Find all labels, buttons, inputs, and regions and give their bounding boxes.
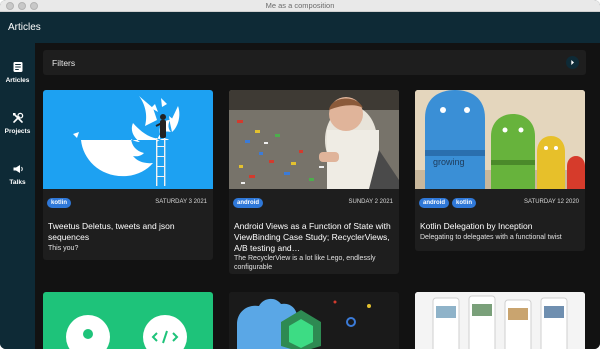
nav-item-articles[interactable]: Articles	[0, 61, 35, 101]
articles-content: Filters kotlin SATURDAY 3 2021 Tweetus D…	[35, 43, 600, 349]
article-thumbnail: growing	[415, 90, 585, 189]
nav-item-projects[interactable]: Projects	[0, 112, 35, 152]
article-date: SATURDAY 3 2021	[155, 199, 207, 205]
lego-photo-illustration	[229, 90, 399, 189]
article-thumbnail	[229, 90, 399, 189]
article-card[interactable]	[229, 292, 399, 349]
filters-bar[interactable]: Filters	[43, 50, 586, 75]
megaphone-icon	[13, 165, 23, 173]
article-description: Delegating to delegates with a functiona…	[420, 234, 562, 241]
article-description: This you?	[48, 245, 79, 252]
article-meta: android kotlin SATURDAY 12 2020	[415, 198, 585, 208]
article-icon	[13, 62, 22, 72]
nav-item-talks[interactable]: Talks	[0, 163, 35, 203]
filters-expand-button[interactable]	[566, 56, 579, 69]
article-title: Kotlin Delegation by Inception	[420, 221, 533, 231]
article-thumbnail	[415, 292, 585, 349]
navigation-rail: Articles Projects Talks	[0, 43, 35, 349]
code-icons-illustration	[66, 315, 187, 349]
article-card[interactable]: growing android kotlin SATURDAY 12 2020 …	[415, 90, 585, 251]
app-screens-illustration	[415, 292, 585, 349]
top-app-bar: Articles	[0, 12, 600, 43]
svg-text:growing: growing	[433, 157, 465, 167]
nav-label-articles: Articles	[5, 77, 30, 84]
article-card[interactable]: kotlin SATURDAY 3 2021 Tweetus Deletus, …	[43, 90, 213, 260]
article-meta: android SUNDAY 2 2021	[229, 198, 399, 208]
article-card[interactable]	[43, 292, 213, 349]
nav-label-projects: Projects	[4, 128, 31, 135]
article-title: Android Views as a Function of State wit…	[234, 221, 391, 253]
app-window: Me as a composition Articles Articles Pr…	[0, 0, 600, 349]
tag-chip[interactable]: kotlin	[452, 198, 476, 208]
twitter-bird-illustration	[73, 96, 180, 186]
filters-label: Filters	[52, 58, 76, 68]
window-title: Me as a composition	[265, 1, 335, 10]
tag-chip[interactable]: android	[419, 198, 449, 208]
article-date: SATURDAY 12 2020	[523, 199, 579, 205]
article-card[interactable]	[415, 292, 585, 349]
article-card[interactable]: android SUNDAY 2 2021 Android Views as a…	[229, 90, 399, 274]
tools-icon	[12, 112, 23, 123]
nav-label-talks: Talks	[9, 179, 26, 186]
cloud-jetpack-illustration	[237, 299, 371, 349]
article-thumbnail	[43, 90, 213, 189]
window-titlebar: Me as a composition	[0, 0, 600, 12]
tag-chip[interactable]: kotlin	[47, 198, 71, 208]
chevron-right-icon	[571, 60, 574, 65]
tag-chip[interactable]: android	[233, 198, 263, 208]
article-thumbnail	[43, 292, 213, 349]
article-date: SUNDAY 2 2021	[348, 199, 393, 205]
article-title: Tweetus Deletus, tweets and json sequenc…	[48, 221, 175, 242]
android-nesting-dolls-illustration: growing	[415, 90, 585, 189]
article-description: The RecyclerView is a lot like Lego, end…	[234, 255, 376, 271]
page-title: Articles	[8, 22, 41, 33]
article-thumbnail	[229, 292, 399, 349]
article-meta: kotlin SATURDAY 3 2021	[43, 198, 213, 208]
